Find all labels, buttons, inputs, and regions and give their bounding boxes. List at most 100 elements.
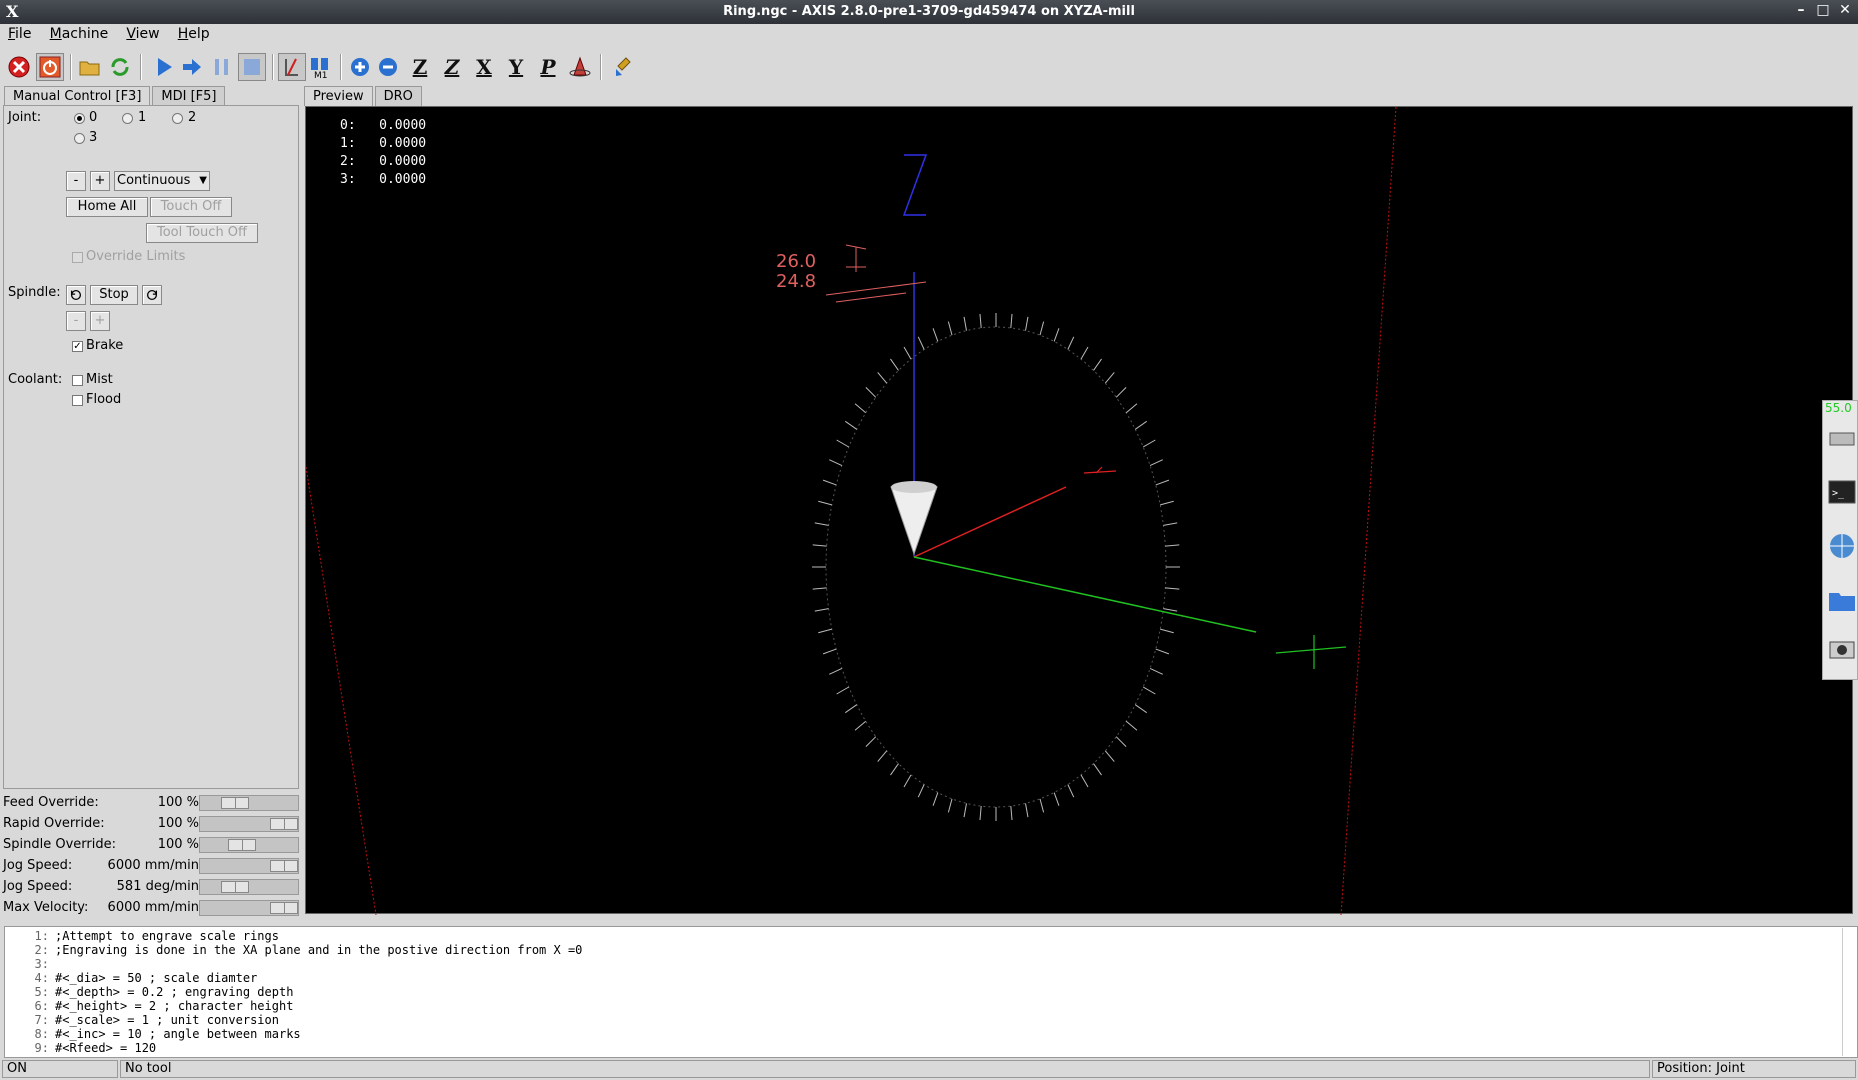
- window-title: Ring.ngc - AXIS 2.8.0-pre1-3709-gd459474…: [723, 4, 1135, 19]
- slider-thumb[interactable]: [221, 881, 249, 893]
- jog-mode-select[interactable]: Continuous ▼: [114, 171, 210, 191]
- estop-icon[interactable]: [5, 53, 33, 81]
- dro-value: 0.0000: [379, 118, 427, 133]
- ring-tick: [1039, 798, 1045, 813]
- ring-tick: [1067, 784, 1075, 798]
- jog-minus-button[interactable]: -: [66, 171, 86, 191]
- slider-thumb[interactable]: [270, 902, 298, 914]
- code-line[interactable]: 2: ;Engraving is done in the XA plane and…: [5, 943, 583, 957]
- brake-checkbox[interactable]: ✓: [72, 341, 83, 352]
- ring-tick: [1134, 704, 1148, 714]
- rotate-icon[interactable]: [566, 53, 594, 81]
- minimize-icon[interactable]: –: [1794, 2, 1808, 18]
- override-slider[interactable]: [199, 879, 299, 895]
- block-delete-icon[interactable]: [278, 53, 306, 81]
- override-slider[interactable]: [199, 900, 299, 916]
- joint-2-radio[interactable]: [172, 113, 183, 124]
- touch-off-button[interactable]: Touch Off: [150, 197, 232, 217]
- dimension-lines: [825, 244, 927, 303]
- engraving-ring: [812, 313, 1180, 821]
- menu-machine[interactable]: Machine: [50, 24, 109, 42]
- ring-tick: [1093, 358, 1102, 371]
- flood-checkbox[interactable]: [72, 395, 83, 406]
- spindle-stop-button[interactable]: Stop: [90, 285, 138, 305]
- joint-0-radio[interactable]: [74, 113, 85, 124]
- camera-icon[interactable]: [1827, 633, 1857, 663]
- mist-checkbox[interactable]: [72, 375, 83, 386]
- slider-thumb[interactable]: [270, 860, 298, 872]
- override-slider[interactable]: [199, 837, 299, 853]
- tab-preview[interactable]: Preview: [304, 86, 373, 106]
- jog-plus-button[interactable]: +: [90, 171, 110, 191]
- line-number: 6:: [34, 999, 49, 1013]
- line-text: #<_dia> = 50 ; scale diamter: [55, 971, 258, 985]
- home-all-button[interactable]: Home All: [66, 197, 148, 217]
- open-file-icon[interactable]: [76, 53, 104, 81]
- code-line[interactable]: 9: #<Rfeed> = 120: [5, 1041, 157, 1055]
- spindle-faster-button[interactable]: +: [90, 311, 110, 331]
- code-line[interactable]: 5: #<_depth> = 0.2 ; engraving depth: [5, 985, 294, 999]
- code-line[interactable]: 1: ;Attempt to engrave scale rings: [5, 929, 279, 943]
- run-icon[interactable]: [150, 53, 178, 81]
- tab-dro[interactable]: DRO: [374, 86, 422, 106]
- preview-canvas[interactable]: Z 26.0 24.8 0: 0.00001: 0.00002: 0.00003…: [305, 106, 1853, 915]
- override-limits-checkbox[interactable]: [72, 252, 83, 263]
- override-slider[interactable]: [199, 858, 299, 874]
- zoom-out-icon[interactable]: [374, 53, 402, 81]
- ring-tick: [836, 439, 850, 448]
- code-line[interactable]: 8: #<_inc> = 10 ; angle between marks: [5, 1027, 301, 1041]
- slider-thumb[interactable]: [228, 839, 256, 851]
- line-number: 4:: [34, 971, 49, 985]
- power-icon[interactable]: [36, 53, 64, 81]
- stop-icon[interactable]: [238, 53, 266, 81]
- menu-file[interactable]: File: [8, 24, 31, 42]
- spindle-slower-button[interactable]: -: [66, 311, 86, 331]
- menu-view[interactable]: View: [126, 24, 159, 42]
- tool-touch-off-button[interactable]: Tool Touch Off: [146, 223, 258, 243]
- view-z2-icon[interactable]: Z: [438, 53, 466, 81]
- code-line[interactable]: 7: #<_scale> = 1 ; unit conversion: [5, 1013, 279, 1027]
- menu-bar: File Machine View Help: [0, 24, 1858, 46]
- gcode-text-view[interactable]: 1: ;Attempt to engrave scale rings 2: ;Engr…: [4, 926, 1858, 1058]
- slider-thumb[interactable]: [221, 797, 249, 809]
- drive-icon[interactable]: [1827, 423, 1857, 453]
- ring-tick: [854, 403, 867, 414]
- override-slider[interactable]: [199, 816, 299, 832]
- terminal-icon[interactable]: >_: [1827, 477, 1857, 507]
- ring-tick: [932, 792, 939, 806]
- maximize-icon[interactable]: □: [1816, 2, 1830, 18]
- folder-icon[interactable]: [1827, 585, 1857, 615]
- code-line[interactable]: 6: #<_height> = 2 ; character height: [5, 999, 294, 1013]
- override-name: Spindle Override:: [3, 837, 116, 852]
- spindle-cw-button[interactable]: [142, 285, 162, 305]
- joint-3-radio[interactable]: [74, 133, 85, 144]
- view-y-icon[interactable]: Y: [502, 53, 530, 81]
- optional-stop-icon[interactable]: M1: [306, 53, 334, 81]
- zoom-in-icon[interactable]: [346, 53, 374, 81]
- menu-help[interactable]: Help: [178, 24, 210, 42]
- tab-manual-control[interactable]: Manual Control [F3]: [4, 86, 151, 106]
- ring-tick: [1104, 372, 1115, 384]
- view-p-icon[interactable]: P: [534, 53, 562, 81]
- reload-icon[interactable]: [106, 53, 134, 81]
- override-slider[interactable]: [199, 795, 299, 811]
- pause-icon[interactable]: [208, 53, 236, 81]
- slider-thumb[interactable]: [270, 818, 298, 830]
- joint-1-radio[interactable]: [122, 113, 133, 124]
- ring-tick: [947, 798, 953, 813]
- close-icon[interactable]: ✕: [1838, 2, 1852, 18]
- step-icon[interactable]: [178, 53, 206, 81]
- tab-mdi[interactable]: MDI [F5]: [152, 86, 226, 106]
- view-z-icon[interactable]: Z: [406, 53, 434, 81]
- globe-icon[interactable]: [1827, 531, 1857, 561]
- override-value: 581 deg/min: [116, 879, 199, 894]
- spindle-ccw-button[interactable]: [66, 285, 86, 305]
- view-x-icon[interactable]: X: [470, 53, 498, 81]
- code-scrollbar[interactable]: [1842, 928, 1856, 1056]
- x-axis-line: [913, 486, 1067, 558]
- clear-plot-icon[interactable]: [610, 53, 638, 81]
- jog-mode-value: Continuous: [117, 173, 191, 188]
- code-line[interactable]: 3:: [5, 957, 55, 971]
- code-line[interactable]: 4: #<_dia> = 50 ; scale diamter: [5, 971, 258, 985]
- ring-tick: [979, 806, 982, 821]
